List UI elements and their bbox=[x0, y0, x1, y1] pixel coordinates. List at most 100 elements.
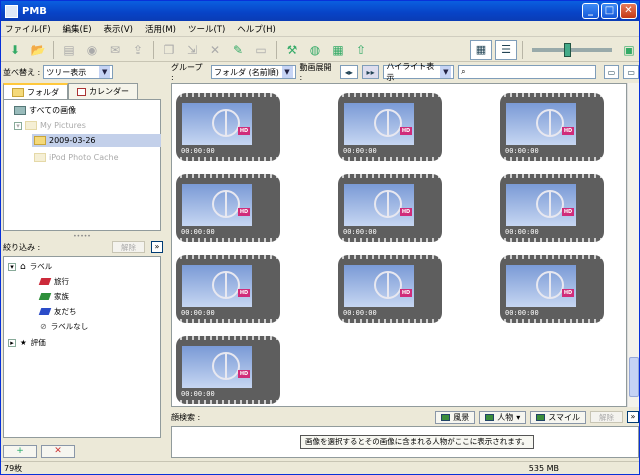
thumbnail-size-slider[interactable] bbox=[532, 42, 612, 57]
menu-help[interactable]: ヘルプ(H) bbox=[237, 23, 276, 35]
remove-label-button[interactable]: ✕ bbox=[41, 445, 75, 458]
menu-use[interactable]: 活用(M) bbox=[145, 23, 176, 35]
video-thumbnail[interactable]: HD 00:00:00 bbox=[338, 255, 442, 323]
add-label-button[interactable]: + bbox=[3, 445, 37, 458]
print-icon[interactable]: ▤ bbox=[59, 40, 79, 60]
list-view-button[interactable]: ☰ bbox=[495, 39, 517, 60]
thumbnail-image bbox=[344, 103, 414, 145]
video-thumbnail[interactable]: HD 00:00:00 bbox=[338, 93, 442, 161]
menu-tools[interactable]: ツール(T) bbox=[188, 23, 225, 35]
label-item[interactable]: ⊘ ラベルなし bbox=[40, 321, 88, 332]
tab-folder[interactable]: フォルダ bbox=[3, 83, 68, 99]
ferris-wheel-image bbox=[212, 271, 240, 299]
video-duration: 00:00:00 bbox=[181, 228, 215, 236]
face-search-label: 顔検索 : bbox=[171, 412, 201, 422]
video-thumbnail[interactable]: HD 00:00:00 bbox=[500, 255, 604, 323]
sort-select[interactable]: ツリー表示 ▼ bbox=[43, 65, 114, 79]
face-clear-button[interactable]: 解除 bbox=[590, 411, 623, 423]
menu-edit[interactable]: 編集(E) bbox=[63, 23, 92, 35]
import-icon[interactable]: ⬇ bbox=[5, 40, 25, 60]
mail-icon[interactable]: ✉ bbox=[105, 40, 125, 60]
edit-icon[interactable]: ✎ bbox=[228, 40, 248, 60]
scrollbar-thumb[interactable] bbox=[629, 357, 639, 397]
label-none: ラベルなし bbox=[50, 322, 89, 331]
video-thumbnail[interactable]: HD 00:00:00 bbox=[500, 93, 604, 161]
grid-view-button[interactable]: ▦ bbox=[470, 39, 492, 60]
label-item[interactable]: 家族 bbox=[38, 291, 69, 302]
grid-scrollbar[interactable] bbox=[627, 83, 639, 407]
video-thumbnail[interactable]: HD 00:00:00 bbox=[500, 174, 604, 242]
large-thumb-icon[interactable]: ▣ bbox=[619, 40, 639, 60]
expand-on-button[interactable]: ▸▸ bbox=[361, 65, 380, 79]
tool-icon[interactable]: ⚒ bbox=[282, 40, 302, 60]
label-item[interactable]: 旅行 bbox=[38, 276, 69, 287]
group-value: フォルダ (名前順) bbox=[214, 67, 279, 77]
chevron-down-icon: ▼ bbox=[281, 66, 293, 78]
expand-icon[interactable]: ▾ bbox=[14, 121, 22, 130]
expand-icon[interactable]: ▸ bbox=[8, 338, 16, 347]
rating-group[interactable]: ▸ ★ 評価 bbox=[8, 337, 46, 348]
delete-icon[interactable]: ✕ bbox=[205, 40, 225, 60]
collapse-icon[interactable]: » bbox=[151, 241, 163, 253]
expand-off-button[interactable]: ◂▸ bbox=[340, 65, 358, 79]
tree-item-all[interactable]: すべての画像 bbox=[14, 105, 76, 116]
face-search-row: 顔検索 : 風景 人物 ▾ スマイル 解除 » bbox=[171, 409, 639, 425]
smile-button[interactable]: スマイル bbox=[530, 410, 586, 424]
filter-clear-button[interactable]: 解除 bbox=[112, 241, 145, 253]
label-group[interactable]: ▾ ⌂ ラベル bbox=[8, 261, 52, 272]
menu-file[interactable]: ファイル(F) bbox=[5, 23, 51, 35]
thumbnail-image bbox=[182, 103, 252, 145]
copy-icon[interactable]: ❐ bbox=[159, 40, 179, 60]
landscape-button[interactable]: 風景 bbox=[435, 410, 476, 424]
filter-label: 絞り込み : bbox=[3, 242, 41, 252]
maximize-button[interactable]: □ bbox=[601, 3, 618, 19]
upload-icon[interactable]: ⇧ bbox=[351, 40, 371, 60]
folder-import-icon[interactable]: 📂 bbox=[28, 40, 48, 60]
video-duration: 00:00:00 bbox=[343, 147, 377, 155]
disc-icon[interactable]: ◉ bbox=[82, 40, 102, 60]
video-thumbnail[interactable]: HD 00:00:00 bbox=[176, 336, 280, 404]
menu-bar: ファイル(F) 編集(E) 表示(V) 活用(M) ツール(T) ヘルプ(H) bbox=[1, 21, 639, 37]
tree-item-my-pictures[interactable]: ▾ My Pictures bbox=[14, 121, 86, 130]
video-thumbnail[interactable]: HD 00:00:00 bbox=[176, 174, 280, 242]
ferris-wheel-image bbox=[536, 190, 564, 218]
label-item[interactable]: 友だち bbox=[38, 306, 77, 317]
tab-calendar[interactable]: カレンダー bbox=[68, 83, 138, 99]
tree-item-ipod[interactable]: iPod Photo Cache bbox=[34, 153, 119, 162]
search-input[interactable]: ⌕ bbox=[458, 65, 596, 79]
landscape-label: 風景 bbox=[453, 412, 470, 422]
tag-icon: ⌂ bbox=[20, 261, 26, 272]
thumbnail-image bbox=[506, 265, 576, 307]
person-button[interactable]: 人物 ▾ bbox=[479, 410, 527, 424]
slideshow-icon[interactable]: ▭ bbox=[251, 40, 271, 60]
video-thumbnail[interactable]: HD 00:00:00 bbox=[176, 93, 280, 161]
ferris-wheel-image bbox=[212, 109, 240, 137]
collapse-tree-icon[interactable]: ▾ bbox=[8, 262, 16, 271]
hd-badge: HD bbox=[562, 289, 574, 297]
slider-knob[interactable] bbox=[564, 42, 571, 57]
toolbar-separator bbox=[276, 40, 277, 59]
panel-splitter[interactable]: ••••• bbox=[3, 233, 161, 240]
gallery-icon[interactable]: ▦ bbox=[328, 40, 348, 60]
video-thumbnail[interactable]: HD 00:00:00 bbox=[338, 174, 442, 242]
close-button[interactable]: ✕ bbox=[620, 3, 637, 19]
ferris-wheel-image bbox=[212, 352, 240, 380]
menu-view[interactable]: 表示(V) bbox=[104, 23, 133, 35]
group-select[interactable]: フォルダ (名前順) ▼ bbox=[211, 65, 296, 79]
folder-icon bbox=[34, 153, 46, 162]
tree-all-label: すべての画像 bbox=[29, 106, 77, 115]
search-icon: ⌕ bbox=[461, 67, 466, 76]
globe-icon[interactable]: ◍ bbox=[305, 40, 325, 60]
single-view-button[interactable]: ▭ bbox=[603, 65, 620, 79]
export-icon[interactable]: ⇲ bbox=[182, 40, 202, 60]
hd-badge: HD bbox=[562, 208, 574, 216]
collapse-icon[interactable]: » bbox=[627, 411, 639, 423]
video-thumbnail[interactable]: HD 00:00:00 bbox=[176, 255, 280, 323]
tab-folder-label: フォルダ bbox=[27, 87, 59, 97]
minimize-button[interactable]: _ bbox=[582, 3, 599, 19]
tree-item-date[interactable]: 2009-03-26 bbox=[34, 136, 96, 145]
compare-view-button[interactable]: ▭ bbox=[623, 65, 639, 79]
ferris-wheel-image bbox=[536, 271, 564, 299]
highlight-select[interactable]: ハイライト表示 ▼ bbox=[383, 62, 455, 82]
share-icon[interactable]: ⇪ bbox=[128, 40, 148, 60]
